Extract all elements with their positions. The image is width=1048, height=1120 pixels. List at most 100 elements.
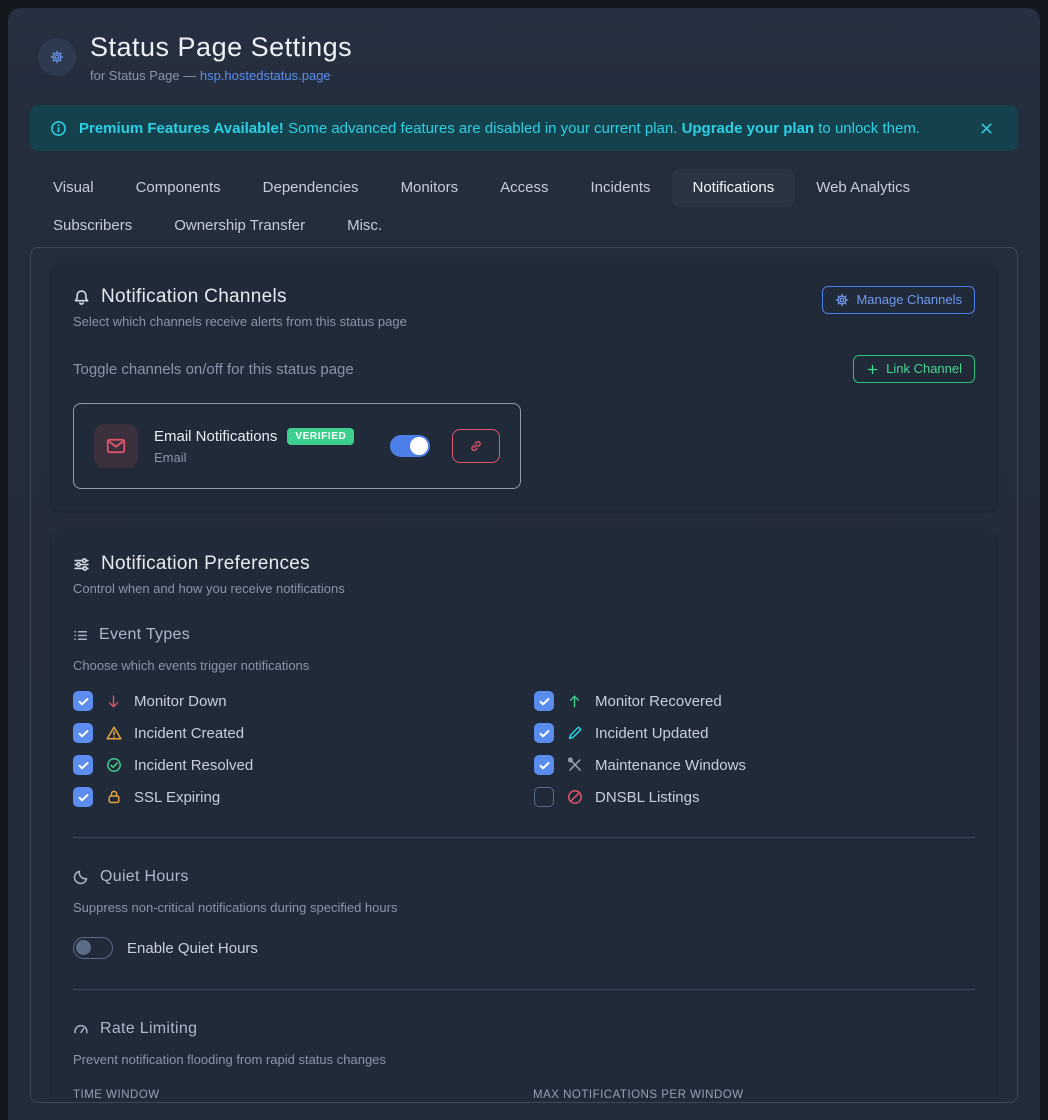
close-x-glyph — [979, 121, 994, 136]
checkbox-dnsbl-listings[interactable] — [534, 787, 554, 807]
quiet-hours-title: Quiet Hours — [100, 868, 189, 886]
unlink-channel-button[interactable] — [452, 429, 500, 463]
page-subtitle-prefix: for Status Page — — [90, 68, 200, 83]
event-item: Maintenance Windows — [534, 755, 975, 775]
checkbox-incident-updated[interactable] — [534, 723, 554, 743]
warning-icon — [105, 725, 122, 741]
email-channel-info: Email Notifications VERIFIED Email — [154, 428, 374, 465]
tab-access[interactable]: Access — [479, 169, 569, 207]
event-label: SSL Expiring — [134, 789, 220, 806]
notifications-tab-content: Notification Channels Select which chann… — [30, 247, 1018, 1103]
premium-banner-body: Some advanced features are disabled in y… — [288, 120, 677, 137]
tab-notifications[interactable]: Notifications — [672, 169, 796, 207]
premium-banner: Premium Features Available! Some advance… — [30, 105, 1018, 151]
page-title: Status Page Settings — [90, 32, 352, 63]
settings-badge — [38, 38, 76, 76]
plus-icon — [866, 363, 879, 376]
sliders-icon — [73, 556, 90, 573]
preferences-title: Notification Preferences — [101, 553, 310, 575]
bell-icon — [73, 289, 90, 306]
gear-icon — [50, 50, 64, 64]
pencil-icon — [566, 725, 583, 741]
page-header-text: Status Page Settings for Status Page — h… — [90, 32, 352, 83]
email-channel-card: Email Notifications VERIFIED Email — [73, 403, 521, 489]
event-types-grid: Monitor Down Incident Created Incident Res… — [73, 691, 975, 807]
event-types-heading: Event Types — [73, 626, 975, 644]
quiet-hours-toggle-label: Enable Quiet Hours — [127, 940, 258, 957]
tab-misc[interactable]: Misc. — [326, 207, 403, 245]
tab-subscribers[interactable]: Subscribers — [32, 207, 153, 245]
link-channel-label: Link Channel — [886, 362, 962, 376]
page-header: Status Page Settings for Status Page — h… — [30, 32, 1018, 83]
rate-limiting-heading: Rate Limiting — [73, 1020, 975, 1038]
tab-visual[interactable]: Visual — [32, 169, 115, 207]
arrow-down-icon — [105, 694, 122, 709]
channel-type: Email — [154, 450, 374, 465]
tab-components[interactable]: Components — [115, 169, 242, 207]
settings-tabs: VisualComponentsDependenciesMonitorsAcce… — [30, 169, 1018, 245]
notification-preferences-card: Notification Preferences Control when an… — [51, 531, 997, 1103]
event-label: Incident Resolved — [134, 757, 253, 774]
status-page-settings-panel: Status Page Settings for Status Page — h… — [8, 8, 1040, 1120]
event-item: Monitor Down — [73, 691, 514, 711]
event-item: SSL Expiring — [73, 787, 514, 807]
tab-dependencies[interactable]: Dependencies — [242, 169, 380, 207]
link-icon — [469, 439, 483, 453]
email-channel-tile — [94, 424, 138, 468]
manage-channels-label: Manage Channels — [856, 293, 962, 307]
event-item: Incident Created — [73, 723, 514, 743]
checkbox-incident-created[interactable] — [73, 723, 93, 743]
email-channel-toggle[interactable] — [390, 435, 430, 457]
quiet-hours-toggle[interactable] — [73, 937, 113, 959]
premium-banner-text: Premium Features Available! Some advance… — [79, 120, 920, 137]
checkbox-monitor-down[interactable] — [73, 691, 93, 711]
event-label: Incident Created — [134, 725, 244, 742]
preferences-subtitle: Control when and how you receive notific… — [73, 581, 975, 596]
checkbox-maintenance-windows[interactable] — [534, 755, 554, 775]
info-icon — [50, 120, 67, 137]
channels-subtitle: Select which channels receive alerts fro… — [73, 314, 407, 329]
checkbox-ssl-expiring[interactable] — [73, 787, 93, 807]
verified-badge: VERIFIED — [287, 428, 354, 445]
event-types-subtitle: Choose which events trigger notification… — [73, 658, 975, 673]
arrow-up-icon — [566, 694, 583, 709]
close-icon[interactable] — [975, 117, 998, 140]
tab-ownership-transfer[interactable]: Ownership Transfer — [153, 207, 326, 245]
event-label: Monitor Recovered — [595, 693, 722, 710]
page-subtitle: for Status Page — hsp.hostedstatus.page — [90, 68, 352, 83]
upgrade-plan-link[interactable]: Upgrade your plan — [682, 120, 815, 137]
link-channel-button[interactable]: Link Channel — [853, 355, 975, 383]
event-label: Monitor Down — [134, 693, 227, 710]
checkbox-monitor-recovered[interactable] — [534, 691, 554, 711]
event-item: Monitor Recovered — [534, 691, 975, 711]
event-item: DNSBL Listings — [534, 787, 975, 807]
manage-channels-button[interactable]: Manage Channels — [822, 286, 975, 314]
event-item: Incident Updated — [534, 723, 975, 743]
event-types-title: Event Types — [99, 626, 190, 644]
tools-icon — [566, 757, 583, 773]
prohibited-icon — [566, 789, 583, 805]
moon-icon — [73, 869, 89, 885]
time-window-label: TIME WINDOW — [73, 1089, 515, 1101]
notification-channels-card: Notification Channels Select which chann… — [51, 264, 997, 511]
event-label: Incident Updated — [595, 725, 708, 742]
envelope-icon — [106, 436, 126, 456]
event-label: Maintenance Windows — [595, 757, 746, 774]
divider — [73, 837, 975, 838]
channels-title: Notification Channels — [101, 286, 287, 308]
tab-web-analytics[interactable]: Web Analytics — [795, 169, 931, 207]
event-item: Incident Resolved — [73, 755, 514, 775]
divider — [73, 989, 975, 990]
rate-limiting-subtitle: Prevent notification flooding from rapid… — [73, 1052, 975, 1067]
channels-heading-block: Notification Channels Select which chann… — [73, 286, 407, 329]
quiet-hours-heading: Quiet Hours — [73, 868, 975, 886]
checkbox-incident-resolved[interactable] — [73, 755, 93, 775]
status-page-domain-link[interactable]: hsp.hostedstatus.page — [200, 68, 331, 83]
gear-icon — [835, 293, 849, 307]
channels-toggle-hint: Toggle channels on/off for this status p… — [73, 361, 354, 378]
tab-incidents[interactable]: Incidents — [569, 169, 671, 207]
gauge-icon — [73, 1021, 89, 1037]
premium-banner-suffix: to unlock them. — [818, 120, 920, 137]
rate-limiting-title: Rate Limiting — [100, 1020, 197, 1038]
tab-monitors[interactable]: Monitors — [380, 169, 480, 207]
